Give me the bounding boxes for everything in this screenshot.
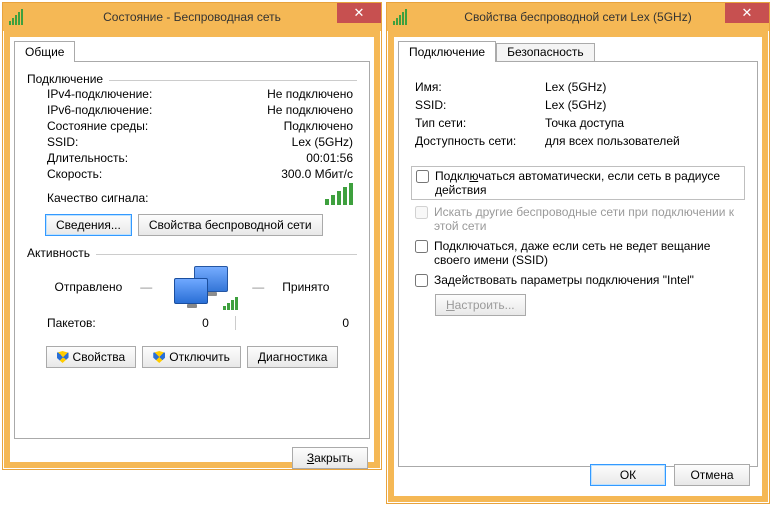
intel-params-label: Задействовать параметры подключения "Int… xyxy=(434,273,694,287)
properties-button[interactable]: Свойства xyxy=(46,346,137,368)
ipv6-label: IPv6-подключение: xyxy=(47,103,152,117)
packets-recv-value: 0 xyxy=(236,316,349,330)
shield-icon xyxy=(153,351,165,363)
cancel-button[interactable]: Отмена xyxy=(674,464,750,486)
tab-security[interactable]: Безопасность xyxy=(496,43,595,62)
ipv6-value: Не подключено xyxy=(267,103,353,117)
media-value: Подключено xyxy=(284,119,353,133)
ssid-label: SSID: xyxy=(47,135,78,149)
close-dialog-button[interactable]: Закрыть xyxy=(292,447,368,469)
name-value: Lex (5GHz) xyxy=(545,80,606,94)
tab-body: Подключение IPv4-подключение: Не подключе… xyxy=(14,61,370,439)
network-type-value: Точка доступа xyxy=(545,116,624,130)
close-button[interactable]: ✕ xyxy=(725,3,769,23)
availability-label: Доступность сети: xyxy=(415,134,545,148)
signal-quality-label: Качество сигнала: xyxy=(47,191,148,205)
availability-value: для всех пользователей xyxy=(545,134,680,148)
speed-label: Скорость: xyxy=(47,167,102,181)
titlebar[interactable]: Состояние - Беспроводная сеть ✕ xyxy=(3,3,381,31)
look-other-row: Искать другие беспроводные сети при подк… xyxy=(411,202,745,236)
duration-value: 00:01:56 xyxy=(306,151,353,165)
client-area: Общие Подключение IPv4-подключение: Не по… xyxy=(10,37,374,462)
tab-body: Имя:Lex (5GHz) SSID:Lex (5GHz) Тип сети:… xyxy=(398,61,758,467)
window-title: Состояние - Беспроводная сеть xyxy=(27,10,381,24)
intel-params-checkbox[interactable] xyxy=(415,274,428,287)
look-other-checkbox xyxy=(415,206,428,219)
signal-icon xyxy=(393,9,411,25)
tab-connection[interactable]: Подключение xyxy=(398,41,496,62)
packets-sent-value: 0 xyxy=(96,316,235,330)
speed-value: 300.0 Мбит/с xyxy=(281,167,353,181)
group-connection-title: Подключение xyxy=(27,72,103,86)
received-label: Принято xyxy=(282,280,329,294)
window-title: Свойства беспроводной сети Lex (5GHz) xyxy=(411,10,769,24)
ssid-value: Lex (5GHz) xyxy=(292,135,353,149)
sent-label: Отправлено xyxy=(55,280,123,294)
group-activity-title: Активность xyxy=(27,246,90,260)
signal-icon xyxy=(9,9,27,25)
shield-icon xyxy=(57,351,69,363)
look-other-label: Искать другие беспроводные сети при подк… xyxy=(434,205,741,233)
name-label: Имя: xyxy=(415,80,545,94)
ssid-label: SSID: xyxy=(415,98,545,112)
media-label: Состояние среды: xyxy=(47,119,148,133)
configure-button: Настроить... xyxy=(435,294,526,316)
close-button[interactable]: ✕ xyxy=(337,3,381,23)
signal-quality-icon xyxy=(325,183,353,205)
close-icon: ✕ xyxy=(742,5,753,21)
auto-connect-checkbox[interactable] xyxy=(416,170,429,183)
activity-icon xyxy=(170,266,234,308)
packets-label: Пакетов: xyxy=(47,316,96,330)
tab-general[interactable]: Общие xyxy=(14,41,75,62)
client-area: Подключение Безопасность Имя:Lex (5GHz) … xyxy=(394,37,762,496)
wireless-properties-button[interactable]: Свойства беспроводной сети xyxy=(138,214,323,236)
disable-button[interactable]: Отключить xyxy=(142,346,241,368)
duration-label: Длительность: xyxy=(47,151,128,165)
network-type-label: Тип сети: xyxy=(415,116,545,130)
auto-connect-row[interactable]: Подключаться автоматически, если сеть в … xyxy=(411,166,745,200)
properties-window: Свойства беспроводной сети Lex (5GHz) ✕ … xyxy=(386,2,770,504)
window-frame: Общие Подключение IPv4-подключение: Не по… xyxy=(4,31,380,468)
details-button[interactable]: Сведения... xyxy=(45,214,132,236)
hidden-ssid-label: Подключаться, даже если сеть не ведет ве… xyxy=(434,239,741,267)
auto-connect-label: Подключаться автоматически, если сеть в … xyxy=(435,169,740,197)
ipv4-label: IPv4-подключение: xyxy=(47,87,152,101)
window-frame: Подключение Безопасность Имя:Lex (5GHz) … xyxy=(388,31,768,502)
group-activity: Активность Отправлено — — Принято xyxy=(27,246,357,330)
titlebar[interactable]: Свойства беспроводной сети Lex (5GHz) ✕ xyxy=(387,3,769,31)
ssid-value: Lex (5GHz) xyxy=(545,98,606,112)
close-icon: ✕ xyxy=(354,5,365,21)
intel-params-row[interactable]: Задействовать параметры подключения "Int… xyxy=(411,270,745,290)
ipv4-value: Не подключено xyxy=(267,87,353,101)
ok-button[interactable]: ОК xyxy=(590,464,666,486)
hidden-ssid-checkbox[interactable] xyxy=(415,240,428,253)
group-connection: Подключение IPv4-подключение: Не подключе… xyxy=(27,72,357,240)
hidden-ssid-row[interactable]: Подключаться, даже если сеть не ведет ве… xyxy=(411,236,745,270)
status-window: Состояние - Беспроводная сеть ✕ Общие По… xyxy=(2,2,382,470)
diagnose-button[interactable]: Диагностика xyxy=(247,346,339,368)
